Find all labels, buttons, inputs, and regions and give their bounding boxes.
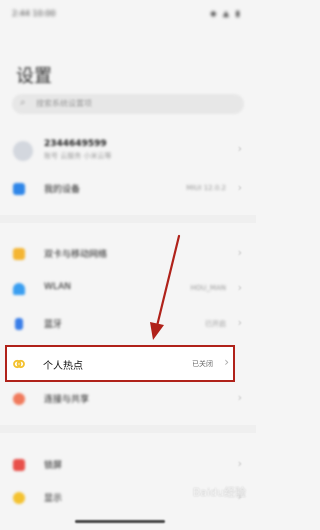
- search-icon: ⌕: [20, 97, 26, 108]
- chevron-right-icon: ›: [237, 181, 242, 194]
- watermark: Baidu经验: [192, 486, 246, 499]
- settings-item-sim[interactable]: 双卡与移动网络 ›: [0, 239, 256, 269]
- status-bar: 2:44 10:00 ◆ ▲ ▮: [0, 0, 256, 30]
- settings-item-value: 已关闭: [192, 360, 213, 368]
- settings-item-label: 蓝牙: [44, 320, 63, 330]
- settings-item-label: 锁屏: [44, 461, 63, 471]
- settings-item-wlan[interactable]: WLAN HOU_MAN ›: [0, 274, 256, 304]
- settings-item-value: 已开启: [205, 320, 226, 328]
- settings-item-value: HOU_MAN: [190, 284, 226, 292]
- settings-item-label: 我的设备: [44, 185, 81, 195]
- settings-item-label: 个人热点: [43, 361, 83, 372]
- settings-item-label: 显示: [44, 494, 63, 504]
- settings-item-label: 双卡与移动网络: [44, 250, 108, 260]
- settings-item-my-device[interactable]: 我的设备 MIUI 12.0.2 ›: [0, 174, 256, 204]
- status-icons: ◆ ▲ ▮: [210, 9, 242, 18]
- chevron-right-icon: ›: [237, 457, 242, 470]
- settings-item-connection-sharing[interactable]: 连接与共享 ›: [0, 384, 256, 414]
- bluetooth-icon: [15, 318, 23, 330]
- highlighted-hotspot-row: 个人热点 已关闭 ›: [5, 345, 235, 382]
- lock-icon: [13, 459, 25, 471]
- settings-item-value: MIUI 12.0.2: [186, 184, 226, 192]
- chevron-right-icon: ›: [237, 391, 242, 404]
- account-subtitle: 账号 云服务 小米云等: [44, 152, 112, 160]
- home-indicator: [75, 520, 165, 523]
- status-time: 2:44 10:00: [12, 9, 56, 18]
- chevron-right-icon: ›: [224, 355, 229, 369]
- display-brightness-icon: [13, 492, 25, 504]
- device-icon: [13, 183, 25, 195]
- chevron-right-icon: ›: [237, 142, 242, 155]
- settings-item-label: 连接与共享: [44, 395, 90, 405]
- wifi-icon: [13, 283, 25, 295]
- settings-item-personal-hotspot[interactable]: 个人热点 已关闭 ›: [7, 347, 237, 384]
- chevron-right-icon: ›: [237, 246, 242, 259]
- section-divider: [0, 425, 256, 433]
- page-title: 设置: [16, 66, 52, 87]
- avatar: [13, 141, 33, 161]
- search-placeholder: 搜索系统设置项: [36, 99, 92, 108]
- settings-item-lock-screen[interactable]: 锁屏 ›: [0, 450, 256, 480]
- chevron-right-icon: ›: [237, 281, 242, 294]
- section-divider: [0, 215, 256, 223]
- sim-card-icon: [13, 248, 25, 260]
- search-input[interactable]: ⌕ 搜索系统设置项: [12, 94, 244, 114]
- connection-sharing-icon: [13, 393, 25, 405]
- hotspot-icon: [13, 359, 25, 369]
- settings-item-bluetooth[interactable]: 蓝牙 已开启 ›: [0, 309, 256, 339]
- account-name: 2344649599: [44, 139, 107, 149]
- account-row[interactable]: 2344649599 账号 云服务 小米云等 ›: [0, 135, 256, 165]
- settings-item-label: WLAN: [44, 282, 72, 292]
- chevron-right-icon: ›: [237, 316, 242, 329]
